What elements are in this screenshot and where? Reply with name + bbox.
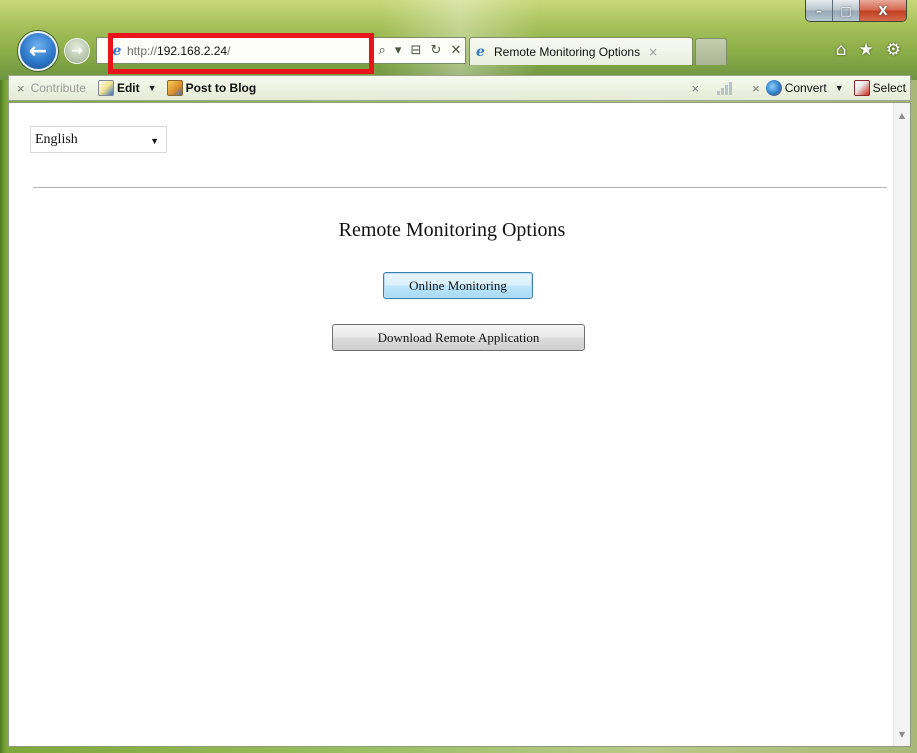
edit-dropdown-icon[interactable]: ▼ xyxy=(148,83,157,93)
scroll-down-icon[interactable]: ▼ xyxy=(894,726,910,742)
page-viewport: English ▼ Remote Monitoring Options Onli… xyxy=(8,102,911,747)
chevron-down-icon: ▼ xyxy=(150,136,159,146)
window-caption-buttons: – □ X xyxy=(805,0,907,22)
back-button[interactable]: ← xyxy=(18,31,58,71)
url-host: 192.168.2.24 xyxy=(157,43,228,58)
ie-page-icon: e xyxy=(112,42,122,59)
edit-icon xyxy=(97,80,114,96)
search-icon[interactable]: ⌕ xyxy=(379,43,386,58)
stop-icon[interactable]: ✕ xyxy=(451,43,462,58)
edit-button[interactable]: Edit xyxy=(97,80,140,96)
browser-toolbar-icons: ⌂ ★ ⚙ xyxy=(836,40,901,60)
edit-label: Edit xyxy=(116,81,140,95)
online-monitoring-button[interactable]: Online Monitoring xyxy=(383,272,533,299)
select-button[interactable]: Select xyxy=(853,80,906,96)
command-bar: × Contribute Edit ▼ Post to Blog × × Con… xyxy=(8,75,911,101)
url-scheme: http:// xyxy=(127,43,158,58)
address-url[interactable]: http://192.168.2.24/ xyxy=(127,44,230,58)
close-convert-toolbar-icon[interactable]: × xyxy=(752,81,760,96)
favorites-star-icon[interactable]: ★ xyxy=(859,40,874,60)
url-path: / xyxy=(227,43,231,58)
tab-title: Remote Monitoring Options xyxy=(494,44,641,59)
language-select-value: English xyxy=(35,131,78,147)
tab-remote-monitoring-options[interactable]: e Remote Monitoring Options × xyxy=(469,37,693,65)
blog-icon xyxy=(166,80,183,96)
close-contribute-icon[interactable]: × xyxy=(17,81,25,96)
back-arrow-icon: ← xyxy=(28,38,48,64)
tab-close-icon[interactable]: × xyxy=(648,45,658,59)
address-bar-tools: ⌕ ▾ ⊟ ↻ ✕ xyxy=(374,37,466,64)
dropdown-arrow-icon[interactable]: ▾ xyxy=(395,43,402,58)
select-label: Select xyxy=(872,81,906,95)
close-signal-toolbar-icon[interactable]: × xyxy=(692,81,700,96)
close-window-button[interactable]: X xyxy=(860,0,906,21)
contribute-button[interactable]: Contribute xyxy=(31,81,86,95)
pdf-select-icon xyxy=(853,80,870,96)
gear-icon[interactable]: ⚙ xyxy=(886,40,901,60)
horizontal-divider xyxy=(33,187,887,188)
maximize-button[interactable]: □ xyxy=(833,0,860,21)
forward-button[interactable]: → xyxy=(64,38,90,64)
convert-icon xyxy=(765,80,782,96)
post-to-blog-button[interactable]: Post to Blog xyxy=(166,80,257,96)
scroll-up-icon[interactable]: ▲ xyxy=(894,107,910,123)
ie-tab-icon: e xyxy=(476,43,485,60)
convert-button[interactable]: Convert xyxy=(765,80,827,96)
signal-strength-icon xyxy=(717,81,733,95)
minimize-button[interactable]: – xyxy=(806,0,833,21)
language-select[interactable]: English ▼ xyxy=(30,126,167,153)
home-icon[interactable]: ⌂ xyxy=(836,40,847,60)
convert-label: Convert xyxy=(784,81,827,95)
vertical-scrollbar[interactable]: ▲ ▼ xyxy=(893,103,910,746)
new-tab-button[interactable] xyxy=(695,38,727,65)
page-title: Remote Monitoring Options xyxy=(338,219,566,241)
post-to-blog-label: Post to Blog xyxy=(185,81,257,95)
refresh-icon[interactable]: ↻ xyxy=(431,43,442,58)
convert-dropdown-icon[interactable]: ▼ xyxy=(835,83,844,93)
download-remote-application-button[interactable]: Download Remote Application xyxy=(332,324,585,351)
compatibility-view-icon[interactable]: ⊟ xyxy=(411,43,422,58)
forward-arrow-icon: → xyxy=(71,43,83,59)
